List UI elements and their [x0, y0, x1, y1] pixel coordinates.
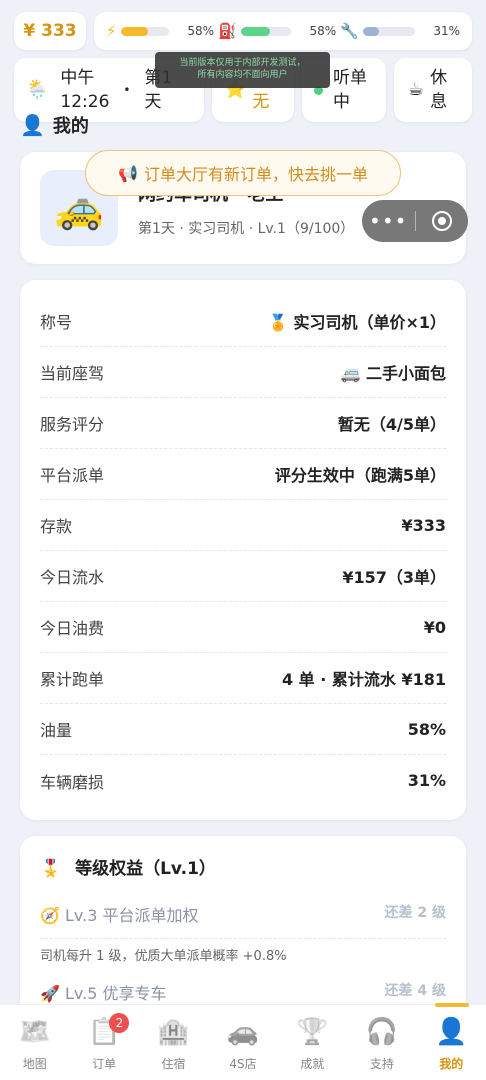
compass-icon: 🧭 [40, 906, 60, 925]
separator-dot: • [123, 83, 131, 97]
money-badge[interactable]: ¥ 333 [14, 12, 86, 50]
order-count-badge: 2 [109, 1013, 130, 1033]
info-row-label: 累计跑单 [40, 670, 105, 689]
info-row-label: 今日油费 [40, 619, 105, 638]
page-title: 👤 我的 [20, 113, 89, 137]
info-row: 今日油费 ¥0 [40, 602, 446, 653]
energy-bar [120, 26, 169, 36]
close-program-button[interactable] [415, 211, 468, 231]
car-icon: 🚗 [226, 1017, 260, 1047]
dev-notice-toast: 当前版本仅用于内部开发测试， 所有内容均不面向用户 [155, 52, 330, 88]
info-row: 车辆磨损 31% [40, 755, 446, 806]
time-display: 中午 12:26 [60, 68, 110, 112]
user-icon: 👤 [435, 1017, 468, 1047]
map-icon: 🗺️ [18, 1017, 51, 1047]
headphones-icon: 🎧 [365, 1017, 398, 1047]
info-row-value: 评分生效中（跑满5单） [274, 466, 446, 485]
right-item: 🚀 Lv.5 优享专车 还差 4 级 [40, 983, 446, 1003]
info-row-value: ¥0 [423, 617, 446, 637]
tab-orders[interactable]: 📋 2 订单 [69, 1005, 138, 1080]
fuel-percent: 58% [309, 24, 337, 38]
info-row: 油量 58% [40, 704, 446, 755]
coffee-icon: ☕ [408, 79, 425, 100]
info-row-value: 🏅 实习司机（单价×1） [267, 313, 446, 332]
info-row: 累计跑单 4 单 · 累计流水 ¥181 [40, 653, 446, 704]
info-row-label: 车辆磨损 [40, 772, 105, 792]
profile-subtitle: 第1天 · 实习司机 · Lv.1（9/100） [138, 221, 355, 237]
info-row-value: 58% [407, 719, 446, 739]
info-row-value: 31% [407, 771, 446, 790]
hotel-icon: 🏨 [157, 1017, 190, 1047]
tab-4s-shop[interactable]: 🚗 4S店 [208, 1005, 277, 1080]
fuel-bar [240, 26, 291, 36]
rocket-icon: 🚀 [40, 984, 60, 1003]
info-row-label: 油量 [40, 721, 73, 740]
tab-support[interactable]: 🎧 支持 [347, 1005, 416, 1080]
info-row: 称号 🏅 实习司机（单价×1） [40, 296, 446, 347]
info-row-label: 当前座驾 [40, 364, 105, 383]
megaphone-icon: 📢 [118, 163, 138, 183]
info-row: 存款 ¥333 [40, 500, 446, 551]
weather-icon: 🌦️ [26, 79, 49, 100]
trophy-icon: 🏆 [296, 1017, 329, 1047]
right-item: 🧭 Lv.3 平台派单加权 还差 2 级 司机每升 1 级，优质大单派单概率 +… [40, 905, 446, 964]
more-options-button[interactable]: ••• [362, 209, 415, 233]
lightning-icon: ⚡ [106, 22, 117, 40]
info-row-value: ¥157（3单） [342, 568, 446, 587]
info-row-label: 存款 [40, 517, 73, 536]
wear-percent: 31% [433, 24, 461, 38]
bottom-tab-bar: 🗺️ 地图 📋 2 订单 🏨 住宿 🚗 4S店 🏆 成就 🎧 支持 👤 我的 [0, 1003, 486, 1080]
info-row-label: 平台派单 [40, 466, 105, 485]
info-row-value: 🚐 二手小面包 [340, 364, 447, 383]
info-list: 称号 🏅 实习司机（单价×1） 当前座驾 🚐 二手小面包服务评分 暂无（4/5单） 平台派… [40, 280, 446, 806]
tab-achievements[interactable]: 🏆 成就 [278, 1005, 347, 1080]
wear-bar [362, 26, 415, 36]
tab-map[interactable]: 🗺️ 地图 [0, 1005, 69, 1080]
vehicle-status-bar: ⚡ 58% ⛽ 58% 🔧 31% [94, 12, 472, 50]
fuel-pump-icon: ⛽ [218, 22, 237, 40]
rest-button[interactable]: ☕ 休 息 [394, 58, 472, 122]
info-row-label: 服务评分 [40, 415, 105, 434]
info-row: 当前座驾 🚐 二手小面包 [40, 347, 446, 398]
user-icon: 👤 [20, 113, 45, 137]
info-row-value: 暂无（4/5单） [337, 415, 446, 434]
info-row-value: 4 单 · 累计流水 ¥181 [281, 670, 446, 689]
info-row: 服务评分 暂无（4/5单） [40, 398, 446, 449]
info-row-label: 称号 [40, 313, 73, 332]
driver-info-card: 称号 🏅 实习司机（单价×1） 当前座驾 🚐 二手小面包服务评分 暂无（4/5单） 平台派… [20, 280, 466, 820]
info-row: 平台派单 评分生效中（跑满5单） [40, 449, 446, 500]
info-row-value: ¥333 [401, 515, 446, 535]
money-value: ¥ 333 [23, 21, 77, 41]
mini-program-capsule: ••• [362, 200, 468, 242]
wrench-icon: 🔧 [340, 22, 359, 40]
info-row-label: 今日流水 [40, 568, 105, 587]
tab-me[interactable]: 👤 我的 [417, 1003, 486, 1080]
listen-status: 听单 中 [333, 68, 367, 112]
target-icon [431, 211, 452, 231]
tab-hotel[interactable]: 🏨 住宿 [139, 1005, 208, 1080]
rating-value: 无 [252, 92, 270, 112]
info-row: 今日流水 ¥157（3单） [40, 551, 446, 602]
energy-percent: 58% [187, 24, 215, 38]
new-order-toast[interactable]: 📢 订单大厅有新订单，快去挑一单 [85, 150, 401, 196]
rights-title: 🎖️ 等级权益（Lv.1） [40, 859, 216, 879]
rest-label: 休 息 [430, 68, 448, 112]
medal-icon: 🎖️ [40, 859, 62, 879]
